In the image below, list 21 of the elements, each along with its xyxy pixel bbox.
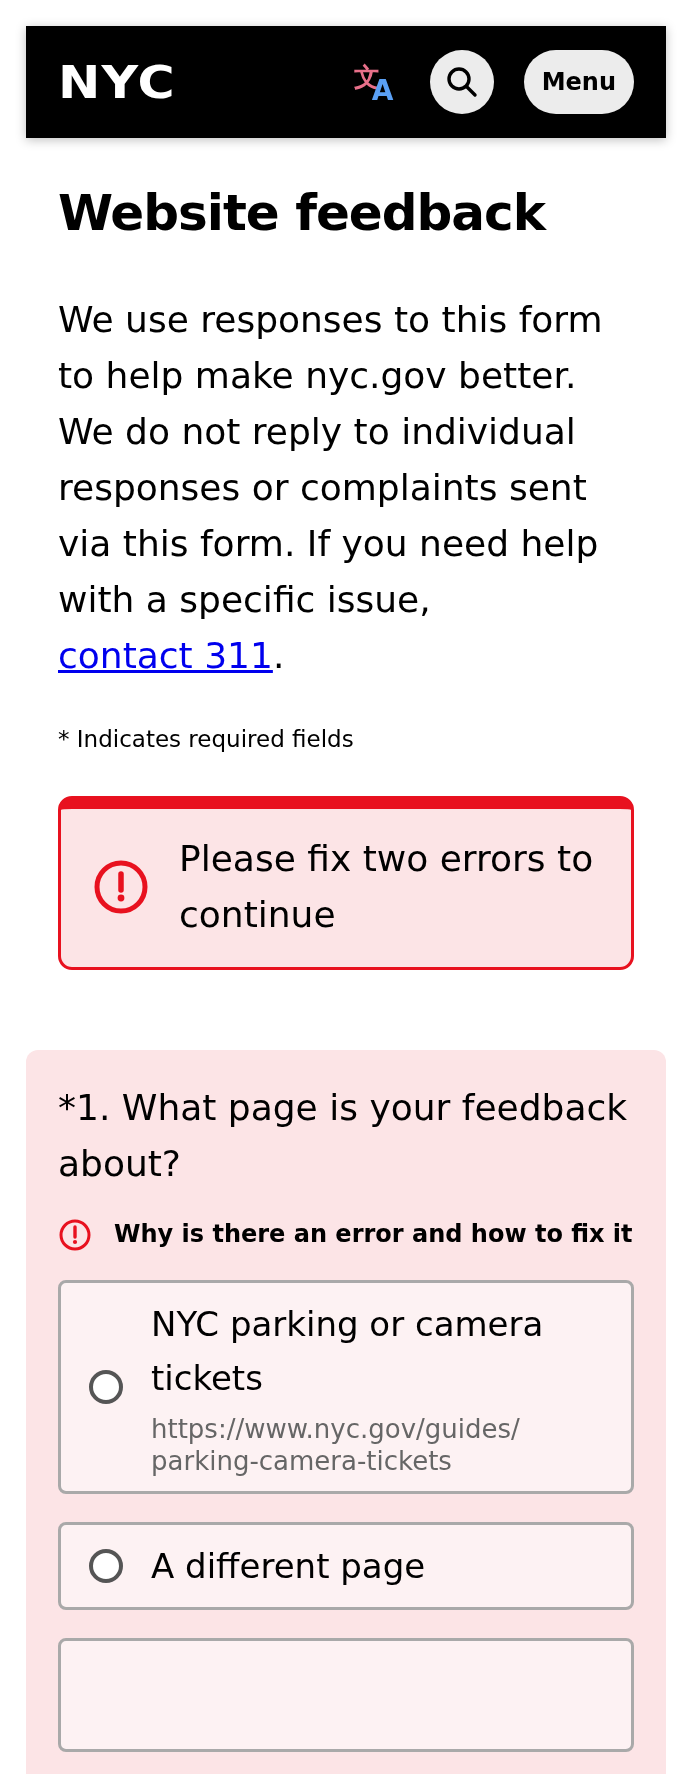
intro-paragraph: We use responses to this form to help make nyc.gov better. We do not reply to individual responses or complaints sent via this form. If you need help with a specific issue, contact 311.	[58, 298, 604, 678]
question-label: *1. What page is your feedback about?	[58, 1086, 629, 1186]
menu-button[interactable]: Menu	[523, 50, 634, 114]
contact-link[interactable]: contact 311	[58, 635, 273, 676]
radio-option[interactable]: NYC parking or camera tickets https://www.nyc.gov/guides/ parking-camera-tickets	[58, 1280, 634, 1494]
option-label: NYC parking or camera tickets	[151, 1303, 545, 1400]
option-label: A different page	[151, 1545, 426, 1588]
error-icon	[93, 859, 149, 915]
error-hint: Why is there an error and how to fix it	[114, 1219, 633, 1250]
search-icon	[444, 65, 479, 99]
translate-button[interactable]: 文A	[353, 60, 400, 104]
required-note: * Indicates required fields	[58, 726, 355, 752]
error-summary-text: Please fix two errors to continue	[179, 837, 595, 937]
radio-button[interactable]	[89, 1370, 123, 1404]
radio-option[interactable]: A different page	[58, 1522, 634, 1610]
option-url: https://www.nyc.gov/guides/ parking-camera-tickets	[151, 1413, 521, 1477]
radio-option[interactable]	[58, 1638, 634, 1752]
page-title: Website feedback	[58, 184, 548, 242]
radio-button[interactable]	[89, 1549, 123, 1583]
error-icon	[58, 1218, 92, 1252]
nyc-logo[interactable]: NYC	[58, 56, 176, 108]
